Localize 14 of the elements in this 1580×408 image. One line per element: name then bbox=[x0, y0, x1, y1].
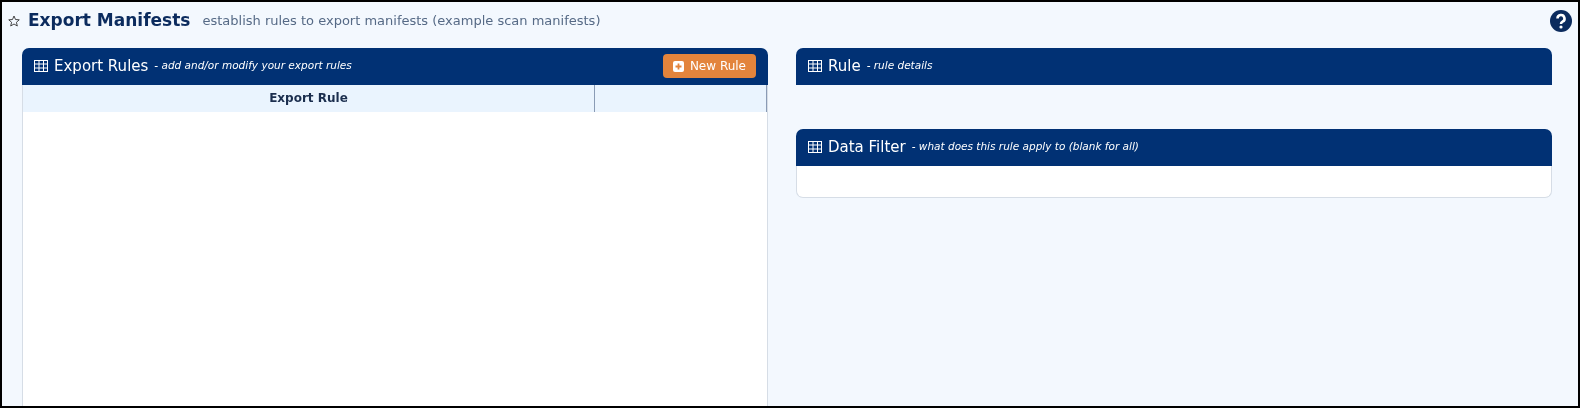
panel-subtitle: - rule details bbox=[866, 58, 933, 74]
help-icon[interactable] bbox=[1550, 9, 1572, 32]
panel-subtitle: - add and/or modify your export rules bbox=[154, 58, 352, 74]
plus-icon bbox=[672, 60, 684, 72]
page-subtitle: establish rules to export manifests (example scan manifests) bbox=[202, 12, 601, 30]
table-icon bbox=[34, 60, 48, 72]
panel-title: Data Filter bbox=[828, 136, 906, 158]
panel-subtitle: - what does this rule apply to (blank for all) bbox=[911, 139, 1139, 155]
table-icon bbox=[808, 141, 822, 153]
panel-title: Export Rules bbox=[54, 55, 149, 77]
page-title: Export Manifests bbox=[28, 9, 191, 32]
panel-title: Rule bbox=[828, 55, 861, 77]
table-icon bbox=[808, 60, 822, 72]
star-icon[interactable] bbox=[8, 15, 20, 28]
